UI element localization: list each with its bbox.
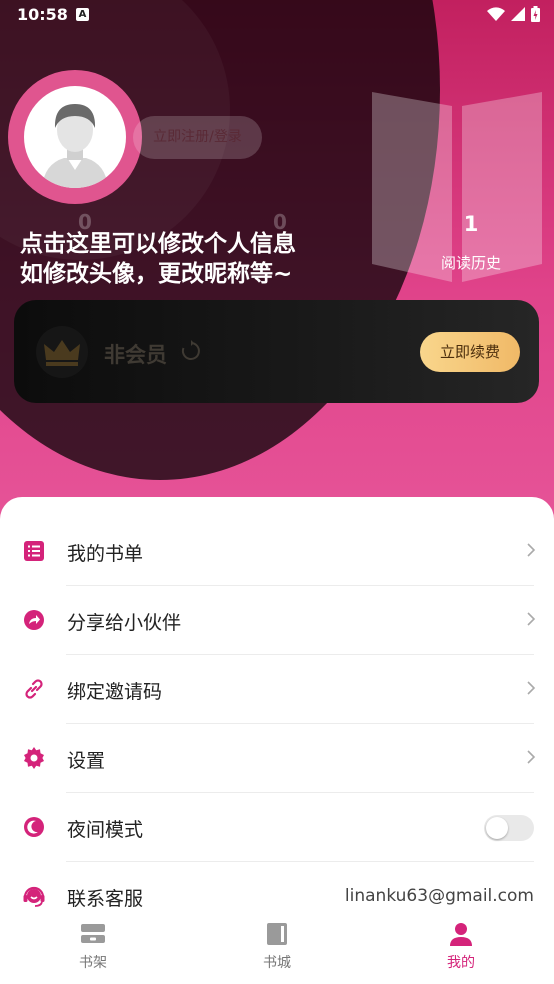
menu-item-share[interactable]: 分享给小伙伴 [0, 586, 554, 655]
reading-history-label[interactable]: 阅读历史 [430, 252, 512, 273]
menu-item-my-booklist[interactable]: 我的书单 [0, 517, 554, 586]
crown-icon [44, 340, 80, 366]
bookshelf-icon [81, 924, 105, 943]
status-bar: 10:58 A [0, 0, 554, 30]
battery-icon [531, 6, 540, 22]
support-email: linanku63@gmail.com [344, 886, 534, 906]
menu-item-label: 绑定邀请码 [67, 681, 163, 703]
chevron-right-icon [527, 543, 536, 557]
menu-item-label: 联系客服 [67, 888, 144, 910]
crown-badge [36, 326, 88, 378]
chevron-right-icon [527, 612, 536, 626]
status-time: 10:58 [17, 5, 68, 24]
nav-label: 书城 [263, 955, 291, 971]
status-icons [487, 6, 540, 22]
signal-icon [511, 7, 525, 21]
list-icon [24, 541, 44, 561]
person-icon [450, 923, 472, 946]
nav-tab-mine[interactable]: 我的 [411, 922, 511, 972]
headset-icon [23, 886, 45, 907]
menu-item-settings[interactable]: 设置 [0, 724, 554, 793]
share-icon [24, 610, 44, 630]
book-icon [267, 923, 287, 945]
menu-item-label: 我的书单 [67, 543, 144, 565]
chevron-right-icon [527, 681, 536, 695]
menu-item-label: 设置 [67, 750, 106, 772]
menu-item-label: 夜间模式 [67, 819, 144, 841]
nav-label: 书架 [79, 955, 107, 971]
notification-icon: A [76, 8, 89, 21]
vip-status: 非会员 [104, 343, 167, 367]
nav-label: 我的 [447, 955, 475, 971]
tip-line-1: 点击这里可以修改个人信息 [20, 231, 296, 257]
tip-line-2: 如修改头像，更改昵称等~ [20, 261, 293, 287]
gear-icon [24, 747, 44, 769]
default-avatar-icon [42, 104, 108, 188]
edit-profile-tip[interactable]: 点击这里可以修改个人信息 如修改头像，更改昵称等~ [20, 229, 296, 289]
refresh-icon[interactable] [180, 340, 202, 362]
menu-item-night-mode: 夜间模式 [0, 793, 554, 862]
link-icon [25, 679, 43, 699]
nav-tab-bookstore[interactable]: 书城 [227, 922, 327, 972]
night-mode-toggle[interactable] [484, 815, 534, 841]
register-login-button[interactable]: 立即注册/登录 [133, 116, 262, 159]
toggle-knob [486, 817, 508, 839]
nav-tab-bookshelf[interactable]: 书架 [43, 922, 143, 972]
menu-item-label: 分享给小伙伴 [67, 612, 182, 634]
renew-button[interactable]: 立即续费 [420, 332, 520, 372]
reading-history-count[interactable]: 1 [441, 212, 501, 236]
bottom-nav: 书架 书城 我的 [0, 910, 554, 984]
menu-item-bind-invite-code[interactable]: 绑定邀请码 [0, 655, 554, 724]
wifi-icon [487, 7, 505, 21]
chevron-right-icon [527, 750, 536, 764]
avatar[interactable] [24, 86, 126, 188]
moon-icon [24, 817, 44, 837]
